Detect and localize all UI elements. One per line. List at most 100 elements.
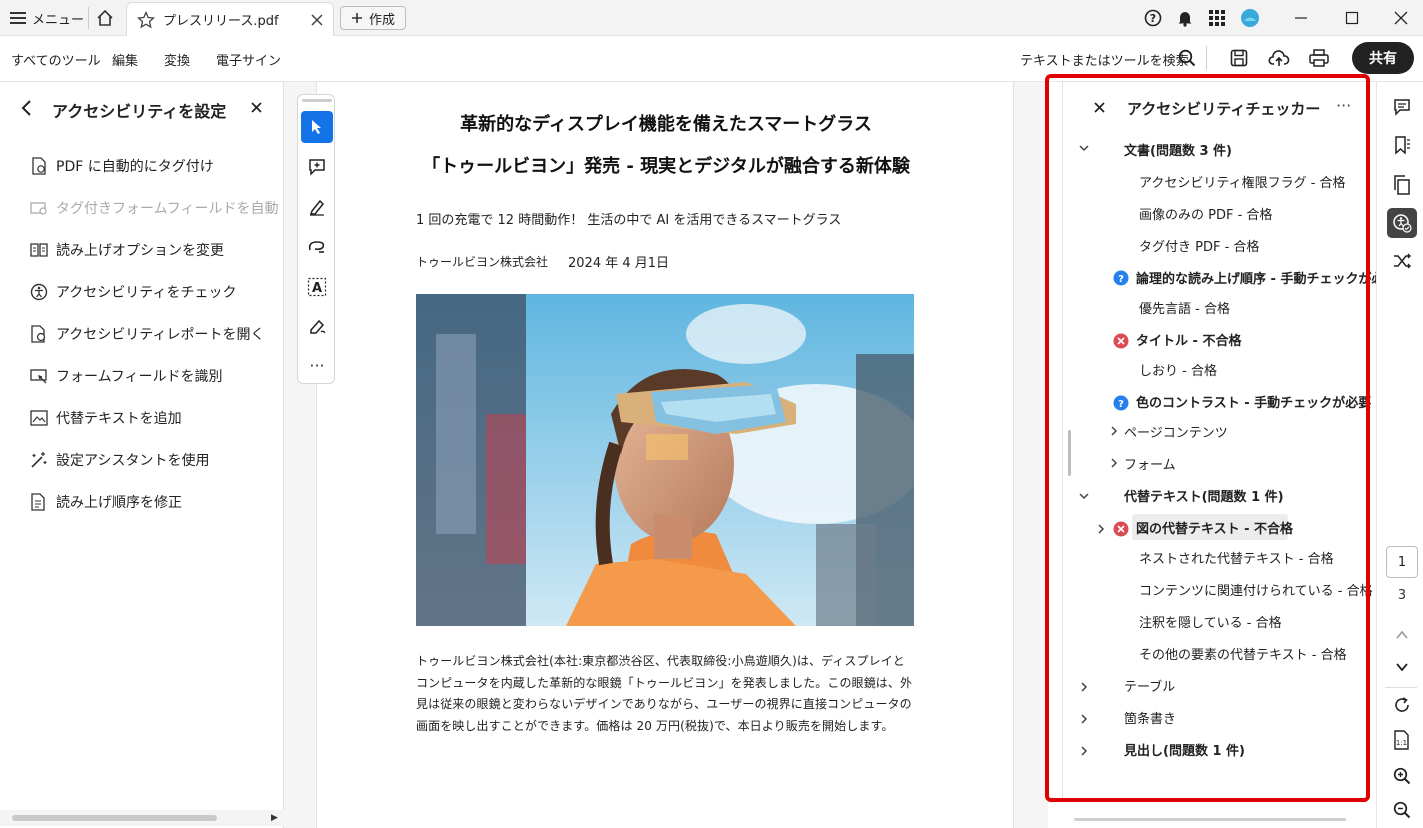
maximize-icon — [1345, 11, 1359, 25]
freehand-icon — [307, 239, 327, 255]
chevron-up-icon — [1395, 628, 1409, 642]
tab-document[interactable]: プレスリリース.pdf — [126, 2, 334, 36]
help-button[interactable]: ? — [1144, 0, 1162, 36]
shuffle-icon — [1392, 251, 1412, 271]
create-button[interactable]: 作成 — [340, 6, 407, 30]
left-panel: アクセシビリティを設定 PDF に自動的にタグ付け タグ付きフォームフィールドを… — [0, 82, 284, 828]
tool-reading-order[interactable]: 読み上げ順序を修正 — [30, 492, 182, 512]
draw-tool[interactable] — [301, 231, 333, 263]
tool-form-field-tag: タグ付きフォームフィールドを自動 — [30, 198, 278, 218]
page-total: 3 — [1397, 588, 1407, 603]
comment-tool[interactable] — [301, 151, 333, 183]
menu-convert[interactable]: 変換 — [164, 50, 190, 69]
tool-label: 読み上げ順序を修正 — [56, 495, 182, 511]
doc-company: トゥールビヨン株式会社 — [416, 255, 549, 269]
accessibility-button[interactable] — [1387, 208, 1417, 238]
cursor-icon — [310, 119, 324, 135]
avatar-icon — [1240, 8, 1260, 28]
svg-text:A: A — [312, 281, 322, 296]
sign-tool[interactable] — [301, 311, 333, 343]
highlight-tool[interactable] — [301, 191, 333, 223]
tool-setup-assistant[interactable]: 設定アシスタントを使用 — [30, 450, 209, 470]
tool-label: 設定アシスタントを使用 — [56, 453, 210, 469]
alt-text-icon — [30, 409, 48, 427]
menu-esign[interactable]: 電子サイン — [216, 50, 281, 69]
tool-add-alt-text[interactable]: 代替テキストを追加 — [30, 408, 182, 428]
notifications-button[interactable] — [1176, 0, 1194, 36]
close-tab-icon[interactable] — [311, 13, 323, 26]
divider — [1385, 687, 1417, 688]
right-rail: 1 3 1:1 — [1376, 82, 1423, 828]
print-icon[interactable] — [1309, 49, 1329, 67]
pages-button[interactable] — [1387, 170, 1417, 200]
menu-button[interactable]: メニュー — [10, 0, 84, 36]
plus-icon — [351, 12, 363, 24]
svg-text:?: ? — [1150, 12, 1156, 25]
zoom-in-icon — [1393, 767, 1411, 785]
doc-photo — [416, 294, 914, 626]
tool-auto-tag[interactable]: PDF に自動的にタグ付け — [30, 156, 214, 176]
scrollbar-thumb[interactable] — [12, 815, 217, 821]
minimize-button[interactable] — [1294, 0, 1308, 36]
divider — [88, 7, 89, 29]
home-button[interactable] — [96, 0, 114, 36]
search-icon[interactable] — [1178, 49, 1196, 67]
tab-title: プレスリリース.pdf — [163, 14, 279, 29]
close-window-button[interactable] — [1394, 0, 1408, 36]
zoom-in-button[interactable] — [1387, 761, 1417, 791]
more-tools-button[interactable]: ··· — [301, 349, 333, 381]
hamburger-icon — [10, 11, 26, 25]
tool-accessibility-check[interactable]: アクセシビリティをチェック — [30, 282, 236, 302]
more-icon: ··· — [309, 355, 325, 375]
page-number-input[interactable]: 1 — [1386, 546, 1418, 578]
share-button[interactable]: 共有 — [1352, 42, 1414, 74]
close-panel-icon[interactable] — [251, 102, 262, 113]
tool-identify-form[interactable]: フォームフィールドを識別 — [30, 366, 222, 386]
search-tools-label[interactable]: テキストまたはツールを検索 — [1020, 50, 1189, 69]
drag-handle[interactable] — [302, 99, 332, 102]
zoom-out-button[interactable] — [1387, 795, 1417, 825]
previous-page-button[interactable] — [1387, 620, 1417, 650]
doc-subtitle: 1 回の充電で 12 時間動作！ 生活の中で AI を活用できるスマートグラス — [416, 213, 842, 228]
document-page: 革新的なディスプレイ機能を備えたスマートグラス 「トゥールビヨン」発売 - 現実… — [316, 82, 1014, 828]
pages-icon — [1393, 175, 1411, 195]
doc-date: 2024 年 4 月1日 — [568, 256, 670, 271]
maximize-button[interactable] — [1345, 0, 1359, 36]
apps-button[interactable] — [1209, 0, 1225, 36]
zoom-out-icon — [1393, 801, 1411, 819]
cloud-upload-icon[interactable] — [1268, 48, 1290, 68]
tool-label: 代替テキストを追加 — [56, 411, 182, 427]
report-icon — [30, 325, 48, 343]
back-icon[interactable] — [20, 99, 32, 117]
bookmarks-button[interactable] — [1387, 130, 1417, 160]
help-icon: ? — [1144, 9, 1162, 27]
apps-grid-icon — [1209, 10, 1225, 26]
rotate-button[interactable] — [1387, 690, 1417, 720]
tool-read-aloud[interactable]: 読み上げオプションを変更 — [30, 240, 224, 260]
avatar[interactable] — [1240, 0, 1260, 36]
add-comment-icon — [308, 158, 326, 176]
horizontal-scrollbar[interactable]: ▶ — [0, 810, 284, 826]
menu-label: メニュー — [32, 12, 85, 28]
star-icon[interactable] — [137, 10, 155, 29]
menu-all-tools[interactable]: すべてのツール — [11, 50, 101, 69]
checker-scrollbar-thumb[interactable] — [1074, 818, 1346, 821]
tool-label: アクセシビリティレポートを開く — [56, 327, 265, 343]
form-tag-icon — [30, 199, 48, 217]
reading-order-button[interactable] — [1387, 246, 1417, 276]
text-tool[interactable]: A — [301, 271, 333, 303]
quick-tools-toolbar: A ··· — [297, 94, 335, 384]
next-page-button[interactable] — [1387, 652, 1417, 682]
menu-edit[interactable]: 編集 — [112, 50, 138, 69]
scroll-right-icon[interactable]: ▶ — [271, 813, 278, 823]
doc-headline-1: 革新的なディスプレイ機能を備えたスマートグラス — [460, 114, 872, 135]
fit-page-button[interactable]: 1:1 — [1387, 725, 1417, 755]
comment-icon — [1392, 97, 1412, 117]
tool-accessibility-report[interactable]: アクセシビリティレポートを開く — [30, 324, 264, 344]
title-bar: メニュー プレスリリース.pdf 作成 ? — [0, 0, 1423, 36]
panel-title: アクセシビリティを設定 — [52, 102, 227, 121]
select-tool[interactable] — [301, 111, 333, 143]
create-label: 作成 — [369, 12, 396, 28]
save-icon[interactable] — [1230, 49, 1248, 67]
comments-button[interactable] — [1387, 92, 1417, 122]
